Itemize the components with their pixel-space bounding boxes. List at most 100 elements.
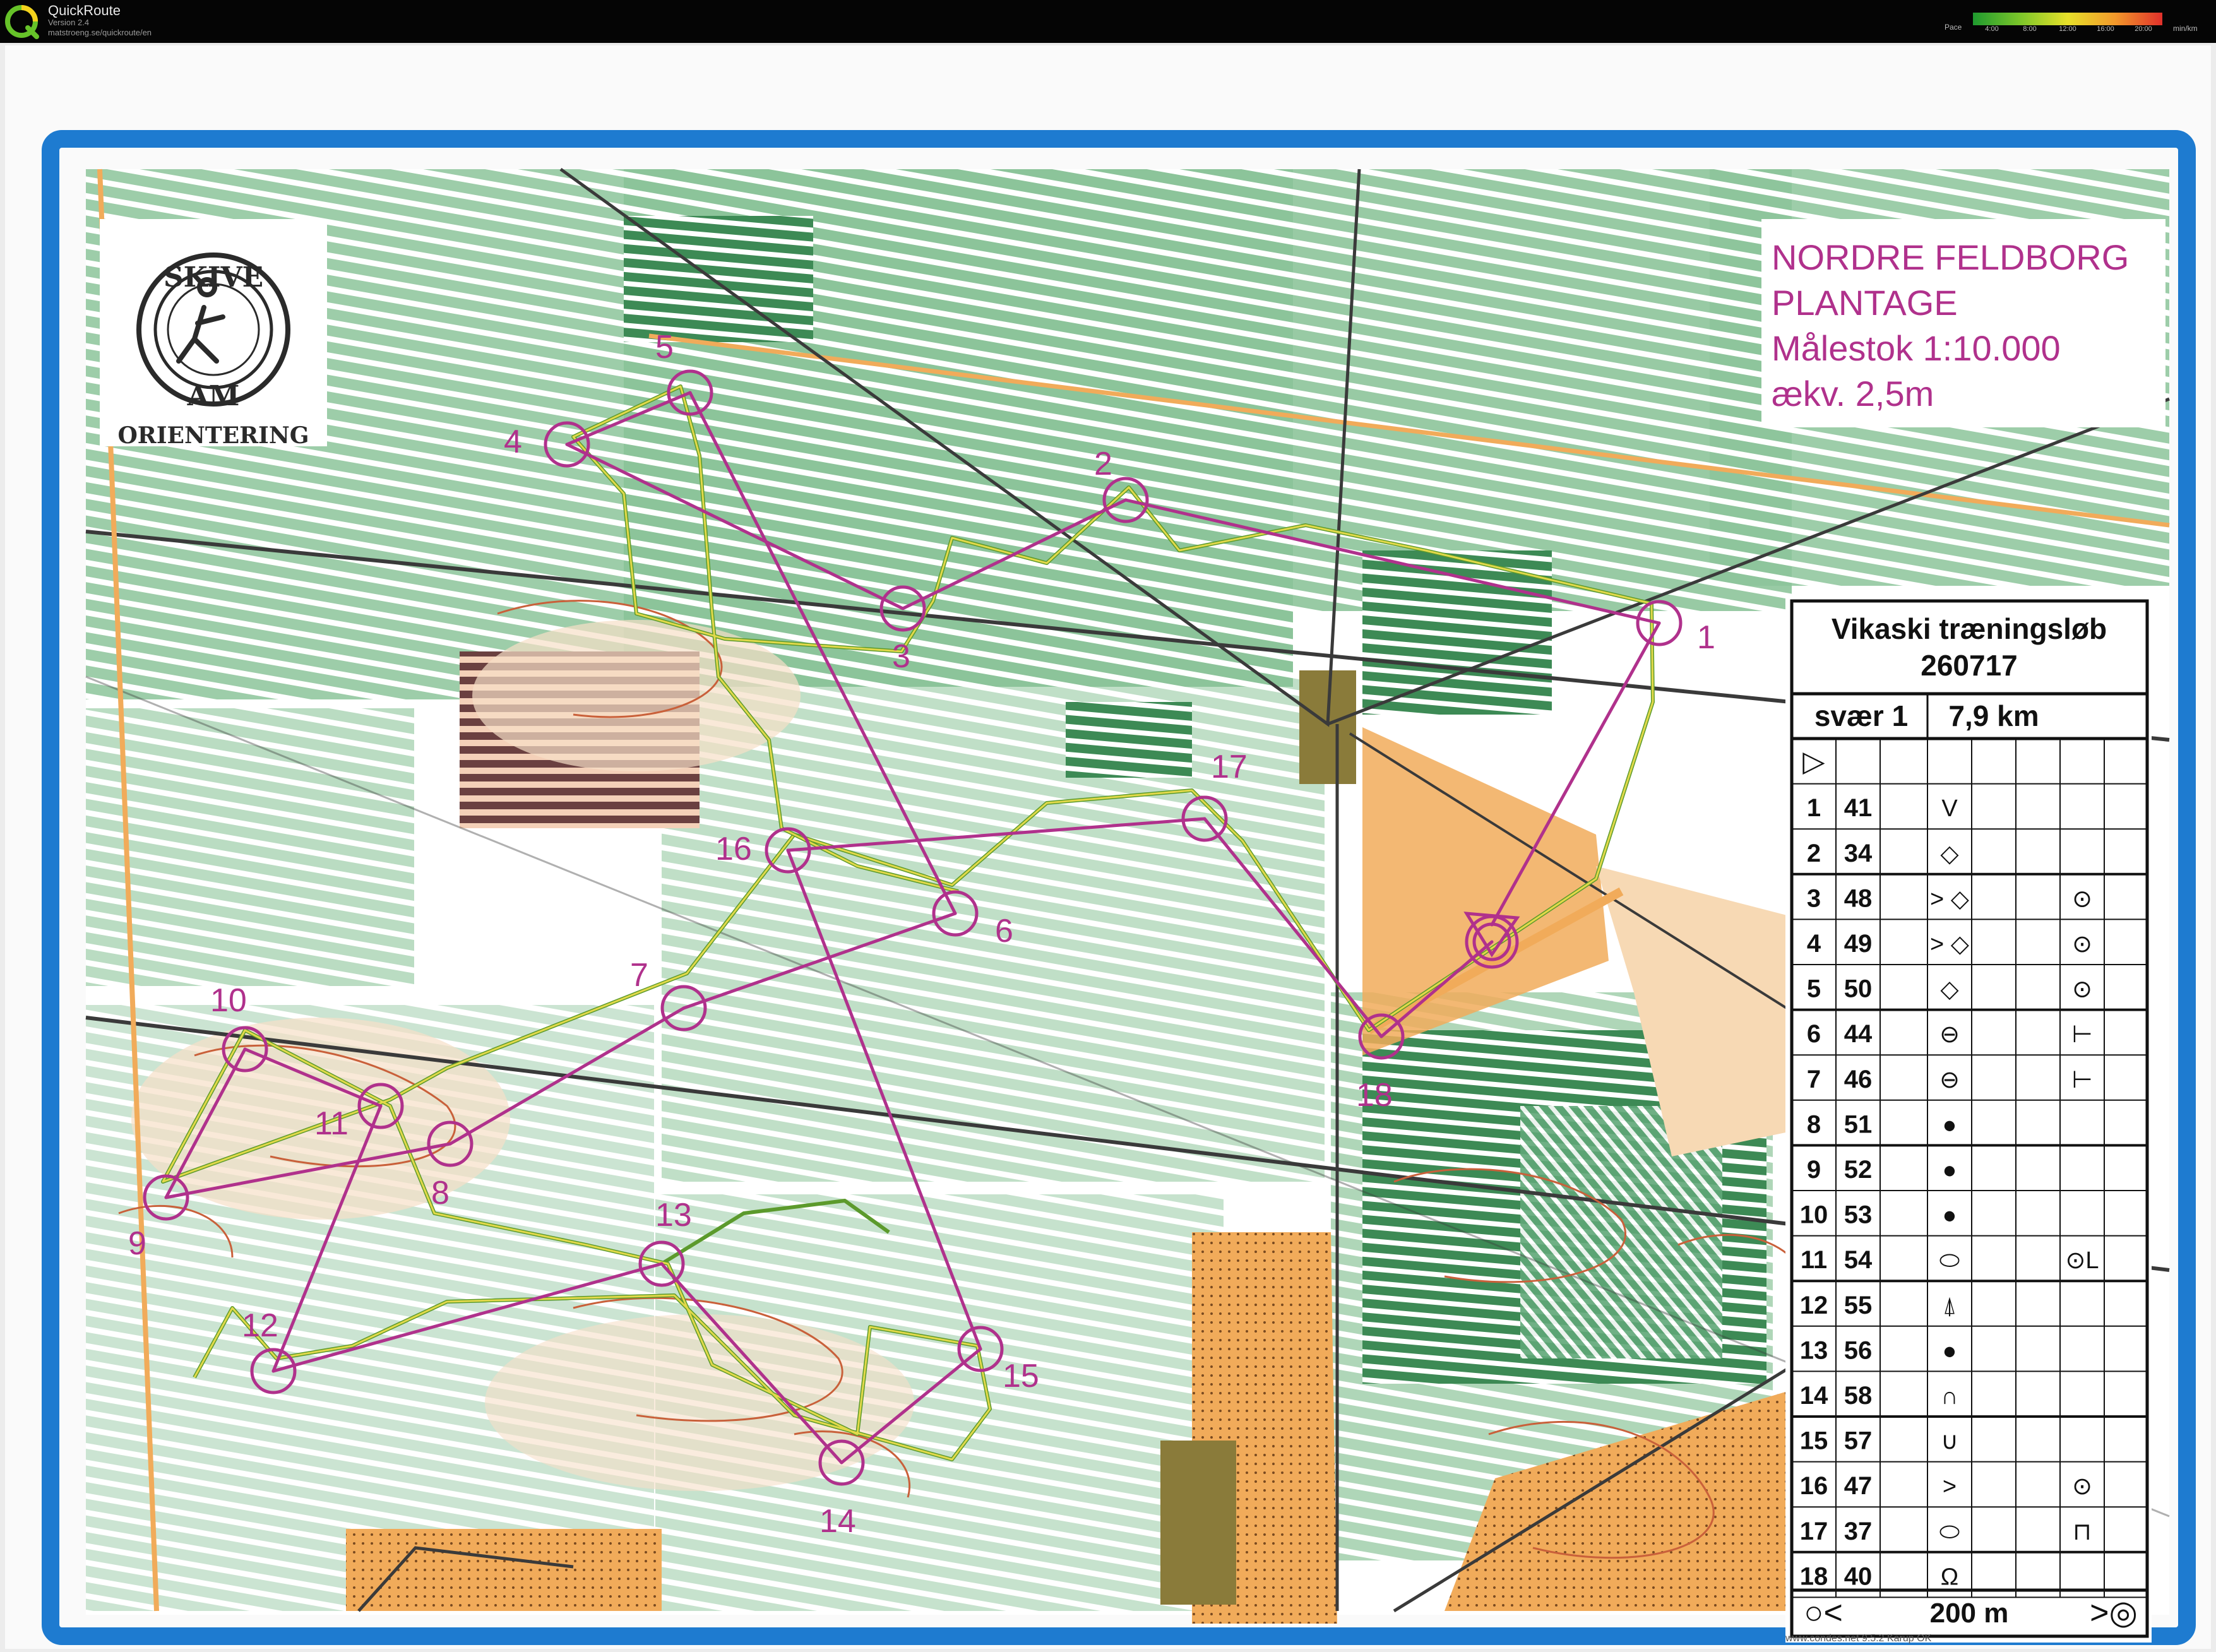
control-symbol: ●	[1943, 1338, 1957, 1364]
control-seq: 18	[1800, 1562, 1828, 1590]
control-code: 52	[1844, 1156, 1873, 1184]
control-seq: 10	[1800, 1201, 1828, 1229]
map-viewport[interactable]: 1 2 3 4 5 6 7 8 9 10 11 12 13 14 15 16 1…	[5, 45, 2211, 1649]
control-symbol: ⊖	[1939, 1067, 1960, 1093]
control-extra: ⊢	[2071, 1021, 2092, 1048]
control-symbol: ●	[1943, 1203, 1957, 1229]
pace-tick: 4:00	[1985, 25, 1999, 33]
pace-tick: 16:00	[2097, 25, 2114, 33]
control-seq: 6	[1807, 1020, 1821, 1048]
control-symbol: ●	[1943, 1112, 1957, 1138]
event-date: 260717	[1921, 649, 2018, 682]
pace-tick: 8:00	[2023, 25, 2037, 33]
control-extra: ⊙	[2072, 931, 2092, 958]
club-logo-center: AM	[187, 380, 240, 412]
control-symbol: ◇	[1940, 977, 1959, 1003]
map-title-line2: PLANTAGE	[1772, 283, 1958, 323]
event-name: Vikaski træningsløb	[1832, 612, 2107, 645]
control-code: 50	[1844, 975, 1873, 1003]
finish-leg-start-icon: ○<	[1804, 1595, 1843, 1631]
control-number: 9	[128, 1225, 146, 1262]
control-number: 4	[504, 424, 522, 460]
control-seq: 1	[1807, 794, 1821, 822]
control-symbol: ⊖	[1939, 1021, 1960, 1048]
pace-legend-label: Pace	[1945, 23, 1962, 32]
control-extra: ⊢	[2071, 1067, 2092, 1093]
control-number: 7	[630, 957, 648, 994]
control-seq: 13	[1800, 1336, 1828, 1364]
control-number: 3	[892, 638, 910, 675]
control-symbol: ◇	[1940, 841, 1959, 867]
control-number: 12	[242, 1307, 278, 1344]
app-title-bar: QuickRoute Version 2.4 matstroeng.se/qui…	[0, 0, 2216, 43]
control-number: 2	[1094, 446, 1112, 482]
control-symbol: ⬭	[1939, 1247, 1960, 1274]
pace-tick: 12:00	[2059, 25, 2076, 33]
course-length: 7,9 km	[1948, 699, 2039, 732]
control-symbol: ●	[1943, 1157, 1957, 1184]
control-code: 53	[1844, 1201, 1873, 1229]
control-symbol: > ◇	[1930, 931, 1970, 958]
map-contour-interval: ækv. 2,5m	[1772, 374, 1934, 413]
control-code: 40	[1844, 1562, 1873, 1590]
control-code: 34	[1844, 840, 1873, 867]
control-seq: 8	[1807, 1110, 1821, 1138]
control-code: 41	[1844, 794, 1873, 822]
control-seq: 15	[1800, 1427, 1828, 1455]
orienteering-map[interactable]: 1 2 3 4 5 6 7 8 9 10 11 12 13 14 15 16 1…	[5, 45, 2211, 1649]
control-seq: 2	[1807, 840, 1821, 867]
control-number: 10	[210, 982, 247, 1019]
control-seq: 16	[1800, 1472, 1828, 1500]
print-footer-1: www.condes.net 9.5.2 Karup OK	[1785, 1633, 1932, 1644]
pace-unit: min/km	[2173, 24, 2198, 33]
control-code: 48	[1844, 884, 1873, 912]
control-code: 44	[1844, 1020, 1873, 1048]
control-seq: 14	[1800, 1382, 1828, 1410]
control-seq: 9	[1807, 1156, 1821, 1184]
map-title-line1: NORDRE FELDBORG	[1772, 237, 2129, 277]
app-url: matstroeng.se/quickroute/en	[48, 28, 152, 37]
map-scale: Målestok 1:10.000	[1772, 328, 2061, 368]
control-seq: 5	[1807, 975, 1821, 1003]
control-code: 51	[1844, 1110, 1873, 1138]
control-seq: 3	[1807, 884, 1821, 912]
control-symbol: ⬭	[1939, 1519, 1960, 1545]
control-extra: ⊙	[2072, 1473, 2092, 1500]
finish-leg-distance: 200 m	[1930, 1598, 2009, 1629]
finish-leg-end-icon: >◎	[2090, 1595, 2138, 1631]
control-code: 55	[1844, 1292, 1873, 1319]
control-number: 1	[1697, 619, 1715, 656]
control-seq: 11	[1801, 1246, 1827, 1274]
control-number: 5	[655, 329, 674, 365]
control-number: 17	[1211, 749, 1248, 785]
control-descriptions: Vikaski træningsløb 260717 svær 1 7,9 km…	[1785, 595, 2152, 1643]
control-seq: 4	[1807, 930, 1821, 958]
club-logo: SKIVE AM ORIENTERING	[100, 219, 327, 449]
control-code: 46	[1844, 1066, 1873, 1093]
control-symbol: >	[1943, 1473, 1957, 1500]
club-logo-top: SKIVE	[164, 261, 263, 294]
quickroute-logo	[5, 5, 39, 39]
control-number: 6	[995, 913, 1013, 949]
club-logo-bottom: ORIENTERING	[117, 422, 309, 449]
control-symbol: Ω	[1941, 1564, 1958, 1590]
control-code: 54	[1844, 1246, 1873, 1274]
control-symbol: ⍋	[1943, 1293, 1957, 1319]
control-seq: 7	[1807, 1066, 1821, 1093]
control-code: 37	[1844, 1518, 1873, 1545]
control-symbol: V	[1941, 795, 1958, 822]
control-code: 56	[1844, 1336, 1873, 1364]
control-number: 16	[715, 831, 752, 867]
control-number: 18	[1356, 1077, 1393, 1114]
map-title-box: NORDRE FELDBORG PLANTAGE Målestok 1:10.0…	[1761, 219, 2165, 427]
start-triangle-icon: ▷	[1802, 745, 1825, 778]
control-number: 8	[431, 1175, 450, 1211]
control-code: 58	[1844, 1382, 1873, 1410]
control-number: 14	[819, 1503, 856, 1540]
control-extra: ⊙L	[2066, 1247, 2099, 1274]
control-extra: ⊙	[2072, 886, 2092, 912]
app-version: Version 2.4	[48, 18, 90, 27]
control-symbol: ∪	[1941, 1429, 1958, 1455]
pace-ticks: 4:00 8:00 12:00 16:00 20:00	[1973, 25, 2162, 35]
control-symbol: ∩	[1941, 1383, 1958, 1410]
